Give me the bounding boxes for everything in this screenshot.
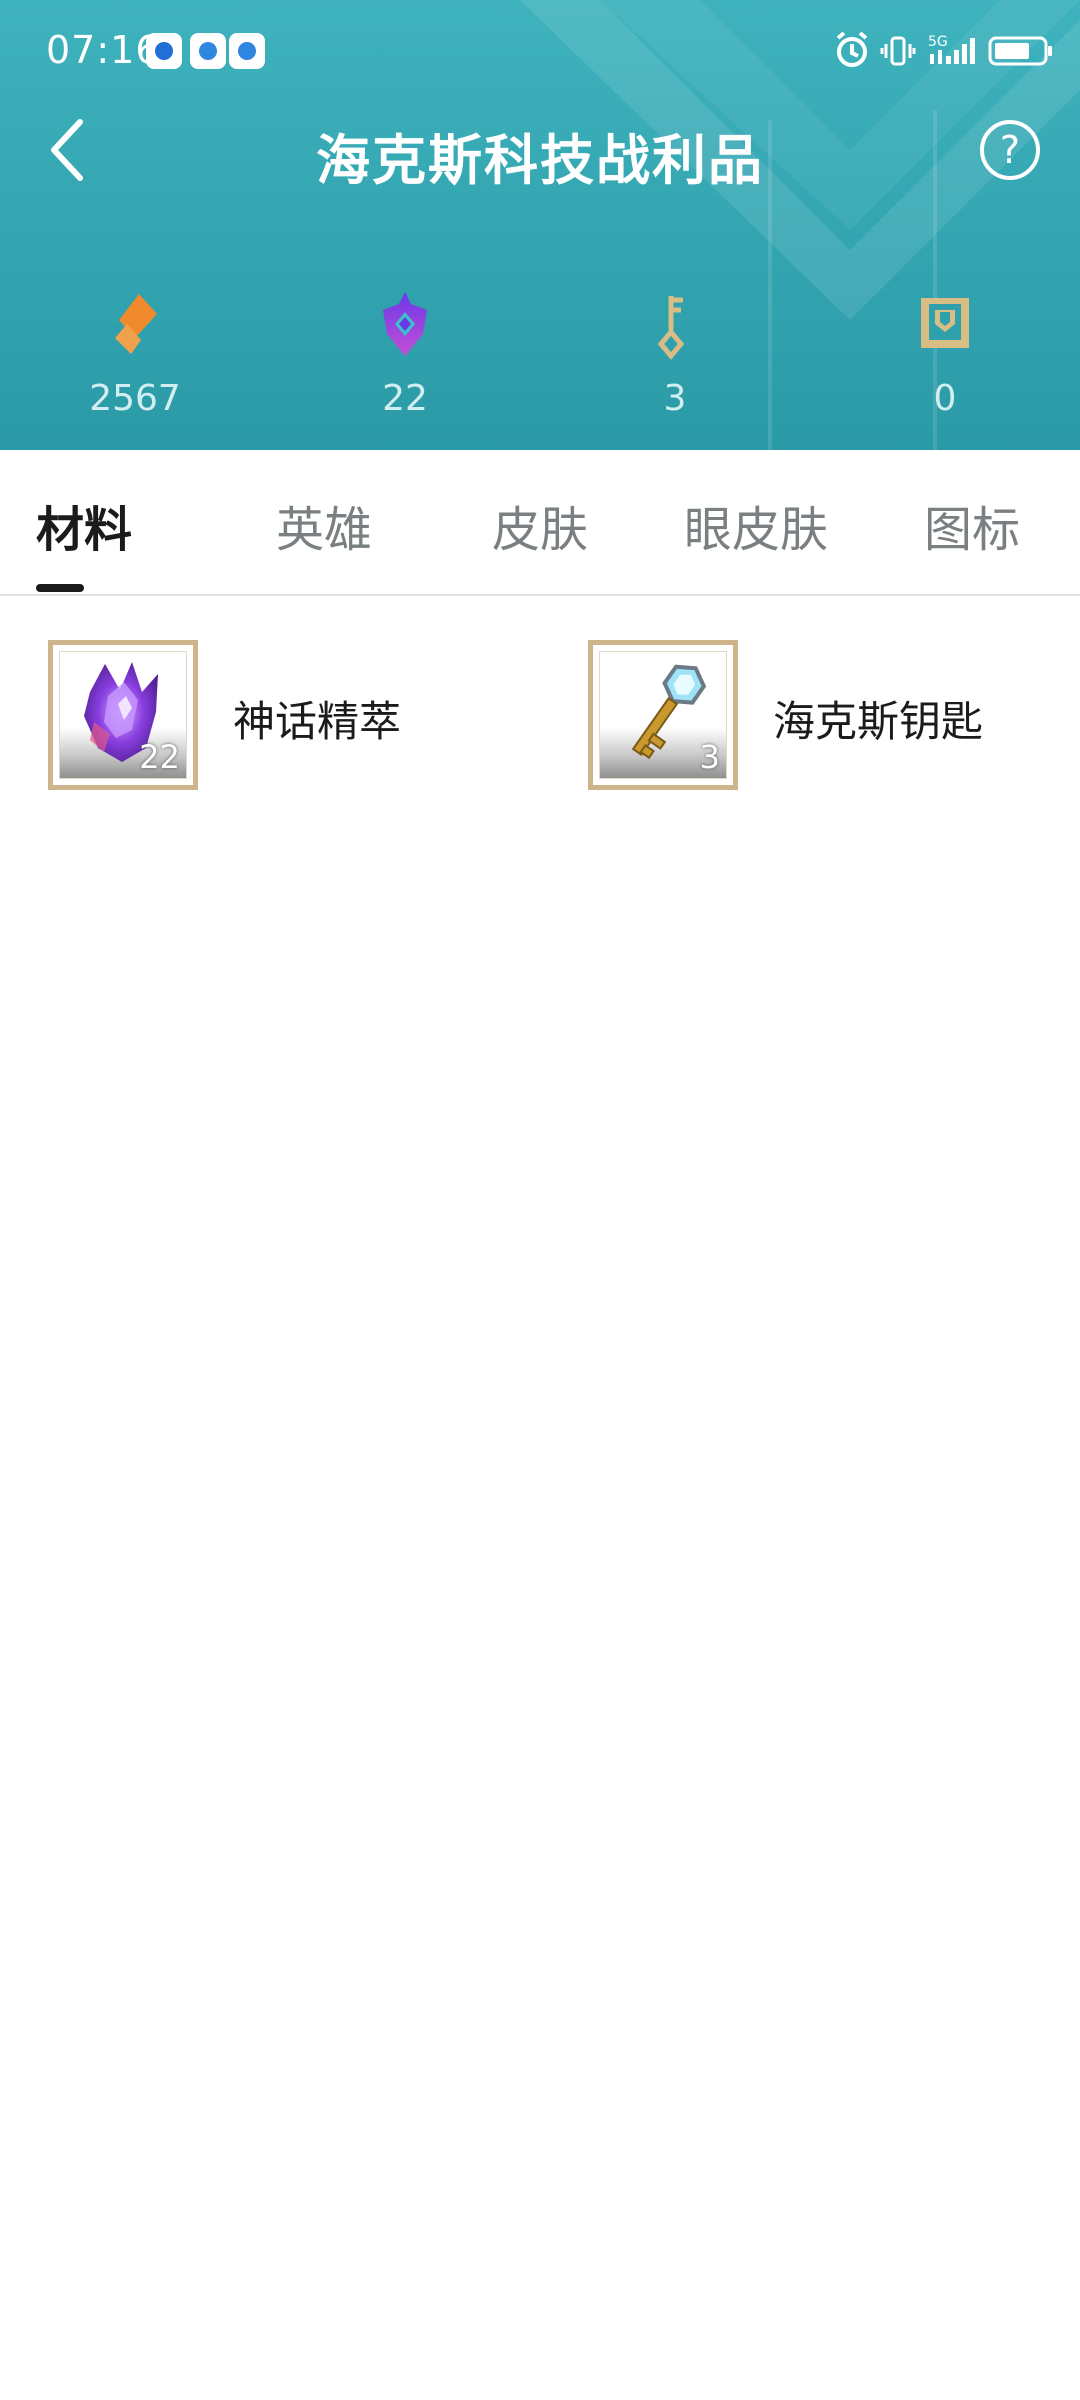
question-circle-icon: ?: [999, 128, 1021, 172]
help-button[interactable]: ?: [980, 120, 1040, 180]
page-title: 海克斯科技战利品: [316, 129, 764, 192]
currency-value: 0: [933, 378, 957, 419]
alarm-icon: [836, 31, 868, 67]
tab-materials[interactable]: 材料: [36, 490, 132, 560]
signal-5g-label: 5G: [928, 34, 948, 50]
orange-essence-icon: [115, 294, 157, 354]
header: 07:16 5G 海克斯科技战利品 ? 2567 22 3 0: [0, 0, 1080, 450]
currency-value: 2567: [89, 378, 181, 419]
app-icon: [146, 33, 182, 69]
vibrate-icon: [880, 36, 916, 66]
app-icon: [229, 33, 265, 69]
tab-ward-skins[interactable]: 眼皮肤: [684, 490, 828, 560]
currency-orange-essence: 2567: [35, 290, 235, 440]
currency-key-fragment: 3: [575, 290, 775, 440]
item-thumbnail: 3: [588, 640, 738, 790]
currency-chest: 0: [845, 290, 1045, 440]
item-name: 海克斯钥匙: [773, 697, 984, 746]
app-icon: [190, 33, 226, 69]
item-count: 3: [699, 738, 720, 776]
item-name: 神话精萃: [233, 697, 402, 746]
currency-mythic-essence: 22: [305, 290, 505, 440]
tab-icons[interactable]: 图标: [924, 490, 1020, 560]
item-count: 22: [139, 738, 180, 776]
tab-champions[interactable]: 英雄: [276, 490, 372, 560]
currency-value: 22: [382, 378, 428, 419]
tab-skins[interactable]: 皮肤: [492, 490, 588, 560]
status-time: 07:16: [46, 28, 161, 72]
list-item[interactable]: 3 海克斯钥匙: [588, 640, 1080, 800]
currency-value: 3: [663, 378, 687, 419]
tab-indicator: [36, 584, 84, 592]
status-icons: 5G: [836, 31, 1052, 67]
chest-icon: [921, 298, 969, 348]
nav-bar: 海克斯科技战利品 ?: [0, 100, 1080, 210]
mythic-essence-icon: [383, 292, 427, 356]
item-thumbnail: 22: [48, 640, 198, 790]
key-fragment-icon: [657, 296, 685, 360]
battery-icon: [988, 36, 1052, 66]
list-item[interactable]: 22 神话精萃: [48, 640, 568, 800]
status-bar: 07:16 5G: [0, 0, 1080, 100]
tab-bar: 材料 英雄 皮肤 眼皮肤 图标: [0, 450, 1080, 596]
